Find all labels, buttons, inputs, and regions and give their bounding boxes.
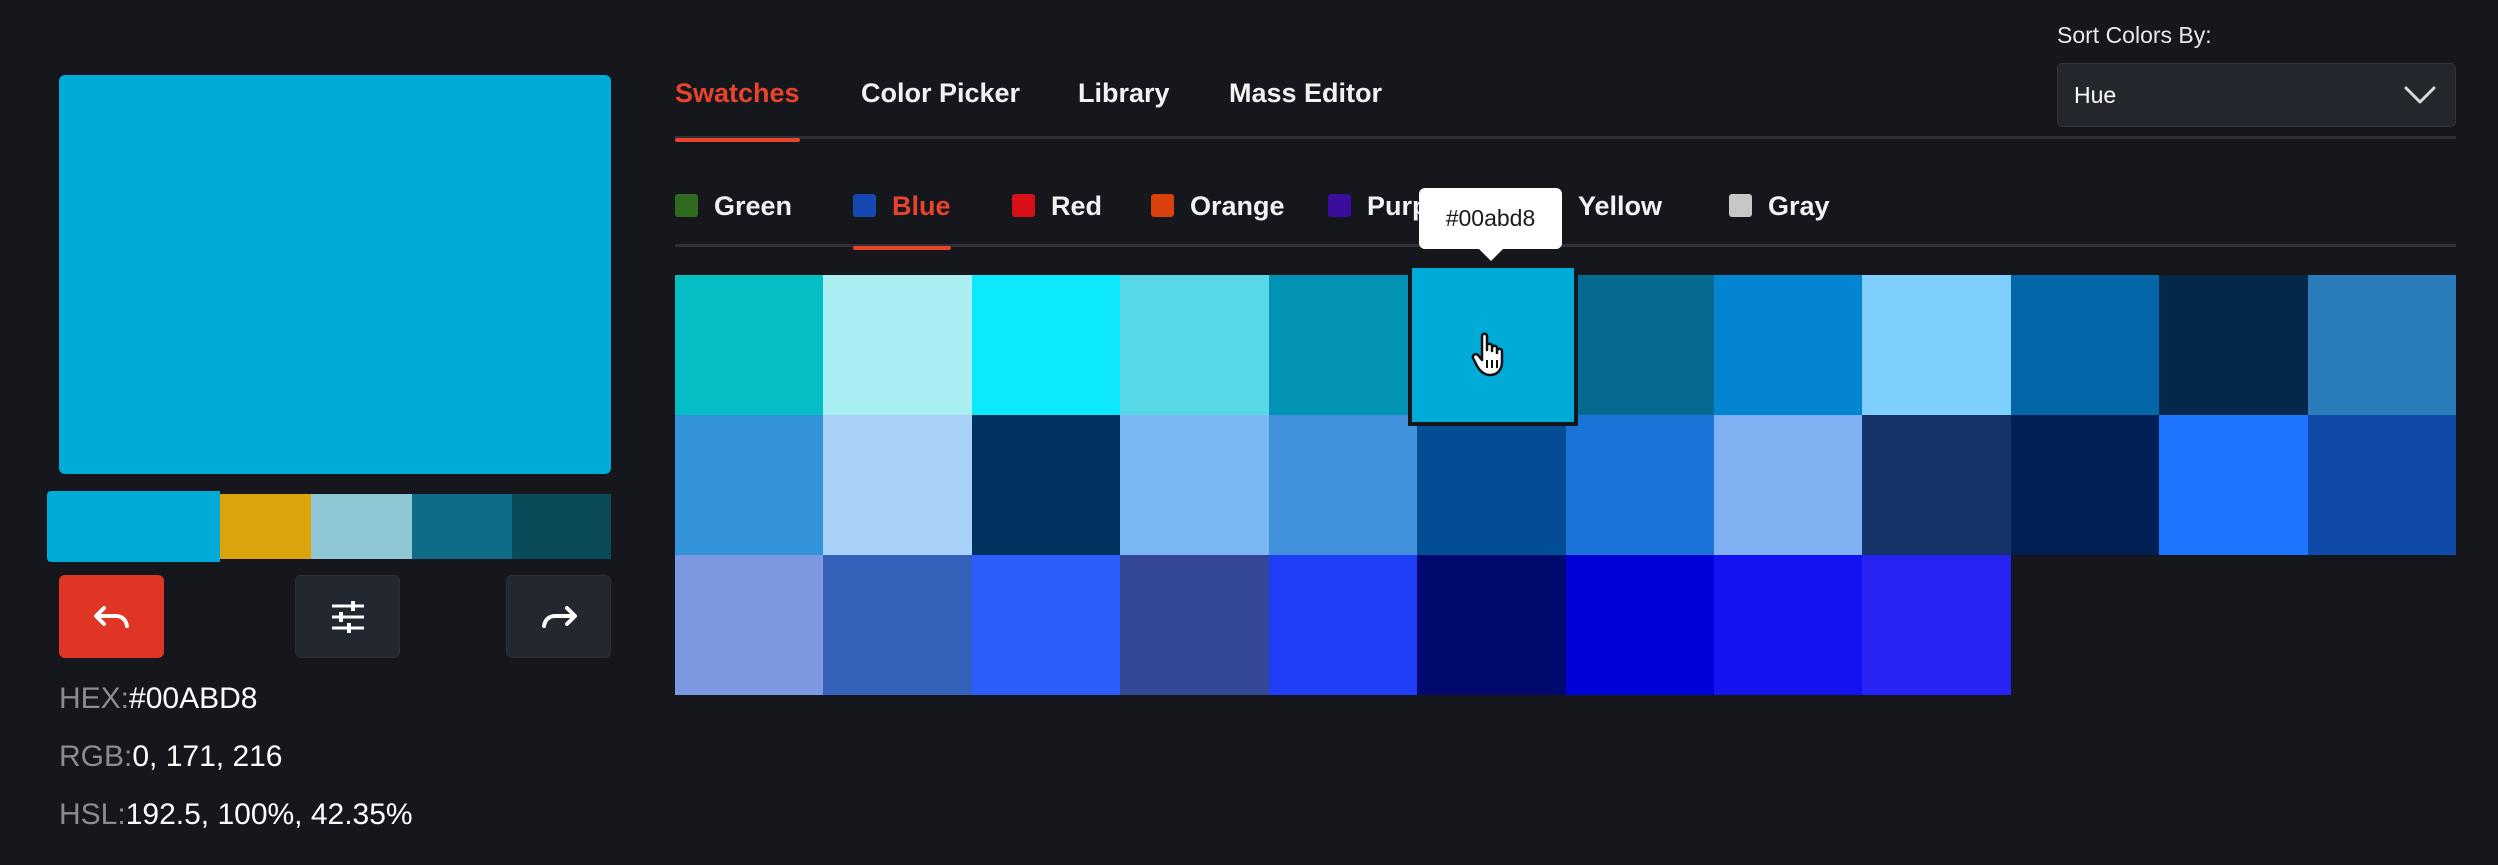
tab-swatches[interactable]: Swatches (675, 78, 800, 142)
hex-label: HEX: (59, 682, 130, 715)
family-filter-red[interactable]: Red (1012, 186, 1102, 247)
color-swatch[interactable] (972, 555, 1120, 695)
color-swatch[interactable] (823, 415, 972, 555)
color-swatch[interactable] (1120, 275, 1269, 415)
family-color-dot (1729, 194, 1752, 217)
family-color-dot (675, 194, 698, 217)
color-swatch[interactable] (675, 555, 823, 695)
family-label: Yellow (1578, 191, 1663, 221)
color-swatch[interactable] (1566, 275, 1714, 415)
color-swatch[interactable] (1269, 415, 1417, 555)
family-color-dot (1328, 194, 1351, 217)
family-filter-orange[interactable]: Orange (1151, 186, 1285, 247)
hsl-readout: HSL:192.5, 100%, 42.35% (59, 797, 413, 833)
color-swatch[interactable] (1862, 555, 2011, 695)
family-label: Orange (1190, 191, 1285, 221)
color-swatch[interactable] (972, 275, 1120, 415)
tab-color-picker[interactable]: Color Picker (861, 78, 1020, 139)
tab-mass-editor[interactable]: Mass Editor (1229, 78, 1382, 139)
undo-icon (93, 605, 129, 628)
hsl-label: HSL: (59, 798, 126, 831)
color-swatch[interactable] (1714, 415, 1862, 555)
family-filter-gray[interactable]: Gray (1729, 186, 1830, 247)
color-swatch[interactable] (1120, 555, 1269, 695)
history-swatch[interactable] (220, 494, 311, 559)
history-swatch[interactable] (311, 494, 412, 559)
color-swatch[interactable] (2159, 415, 2308, 555)
history-swatch[interactable] (412, 494, 512, 559)
color-swatch[interactable] (1714, 275, 1862, 415)
color-history-strip (47, 491, 611, 562)
family-color-dot (1151, 194, 1174, 217)
redo-icon (541, 605, 577, 628)
hex-readout: HEX:#00ABD8 (59, 681, 257, 717)
family-filter-green[interactable]: Green (675, 186, 792, 247)
color-swatch[interactable] (823, 555, 972, 695)
color-swatch[interactable] (2011, 275, 2159, 415)
swatch-tooltip: #00abd8 (1419, 188, 1562, 261)
color-swatch[interactable] (2159, 275, 2308, 415)
sort-label: Sort Colors By: (2057, 22, 2212, 48)
current-color-preview (59, 75, 611, 474)
sliders-icon (331, 600, 364, 633)
rgb-readout: RGB:0, 171, 216 (59, 739, 283, 775)
rgb-value: 0, 171, 216 (132, 740, 283, 773)
family-label: Red (1051, 191, 1103, 221)
color-swatch[interactable] (1417, 555, 1566, 695)
color-swatch[interactable] (1566, 555, 1714, 695)
redo-button[interactable] (506, 575, 611, 658)
color-swatch[interactable] (2308, 275, 2456, 415)
family-color-dot (853, 194, 876, 217)
color-swatch[interactable] (675, 415, 823, 555)
color-swatch[interactable] (1862, 275, 2011, 415)
color-swatch[interactable] (675, 275, 823, 415)
color-swatch[interactable] (1120, 415, 1269, 555)
history-swatch[interactable] (512, 494, 611, 559)
family-label: Green (714, 191, 793, 221)
color-swatch[interactable] (1566, 415, 1714, 555)
color-swatch[interactable] (1269, 275, 1417, 415)
family-label: Blue (892, 191, 951, 221)
color-tool-app: HEX:#00ABD8 RGB:0, 171, 216 HSL:192.5, 1… (0, 0, 2498, 865)
undo-button[interactable] (59, 575, 164, 658)
color-swatch[interactable] (1714, 555, 1862, 695)
adjust-button[interactable] (295, 575, 400, 658)
color-swatch[interactable] (2308, 415, 2456, 555)
color-swatch[interactable] (2011, 415, 2159, 555)
swatch-grid (675, 268, 2456, 695)
main-tabs: Swatches Color Picker Library Mass Edito… (675, 78, 2456, 142)
rgb-label: RGB: (59, 740, 133, 773)
color-swatch[interactable] (823, 275, 972, 415)
family-label: Gray (1768, 191, 1830, 221)
color-swatch[interactable] (972, 415, 1120, 555)
hsl-value: 192.5, 100%, 42.35% (125, 798, 413, 831)
color-family-filters: Green Blue Red Orange Purple Yellow Gray (675, 186, 2456, 250)
family-filter-blue[interactable]: Blue (853, 186, 951, 250)
hex-value: #00ABD8 (129, 682, 258, 715)
family-color-dot (1012, 194, 1035, 217)
tab-library[interactable]: Library (1078, 78, 1170, 139)
color-swatch[interactable] (1269, 555, 1417, 695)
color-swatch[interactable] (1862, 415, 2011, 555)
hand-cursor-icon (1471, 332, 1504, 377)
color-swatch[interactable] (1417, 415, 1566, 555)
history-swatch[interactable] (47, 491, 220, 562)
